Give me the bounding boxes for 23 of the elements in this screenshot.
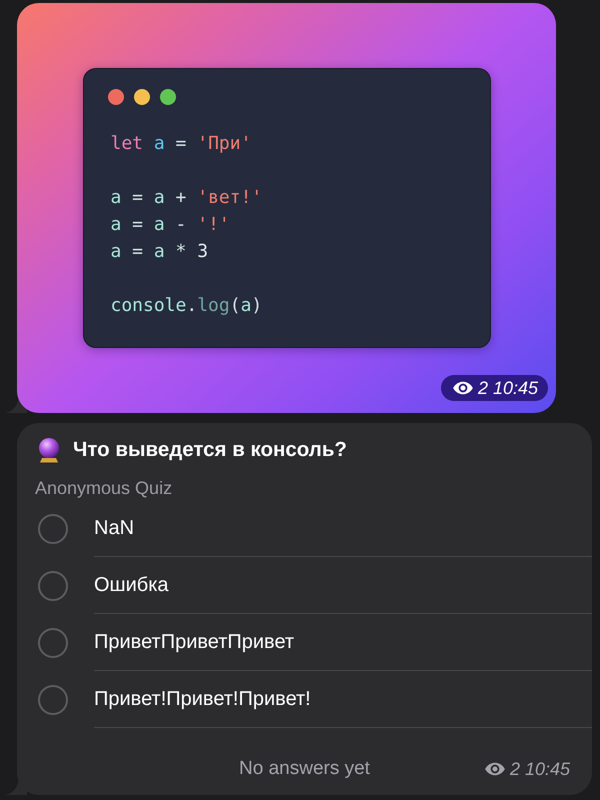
radio-button[interactable] — [38, 514, 68, 544]
code-line: let a = 'При' — [110, 132, 252, 156]
eye-icon — [484, 762, 505, 776]
view-count: 2 — [478, 378, 488, 398]
message-time: 10:45 — [492, 378, 538, 398]
code-line: console.log(a) — [110, 294, 262, 318]
option-text: Ошибка — [94, 574, 169, 596]
eye-icon — [452, 381, 473, 395]
poll-question: Что выведется в консоль? — [73, 438, 347, 462]
poll-type-label: Anonymous Quiz — [35, 478, 172, 498]
option-text: NaN — [94, 516, 134, 540]
code-line: a = a * 3 — [110, 240, 208, 264]
code-line: a = a - '!' — [110, 213, 230, 237]
view-count: 2 — [510, 759, 520, 779]
code-line: a = a + 'вет!' — [110, 186, 262, 210]
radio-button[interactable] — [38, 628, 68, 658]
radio-button[interactable] — [38, 570, 68, 600]
option-text: ПриветПриветПривет — [94, 630, 294, 654]
crystal-ball-icon — [38, 437, 60, 463]
message-time: 10:45 — [524, 759, 570, 779]
poll-status-text: No answers yet — [239, 758, 370, 780]
radio-button[interactable] — [38, 684, 68, 714]
option-text: Привет!Привет!Привет! — [94, 688, 311, 710]
